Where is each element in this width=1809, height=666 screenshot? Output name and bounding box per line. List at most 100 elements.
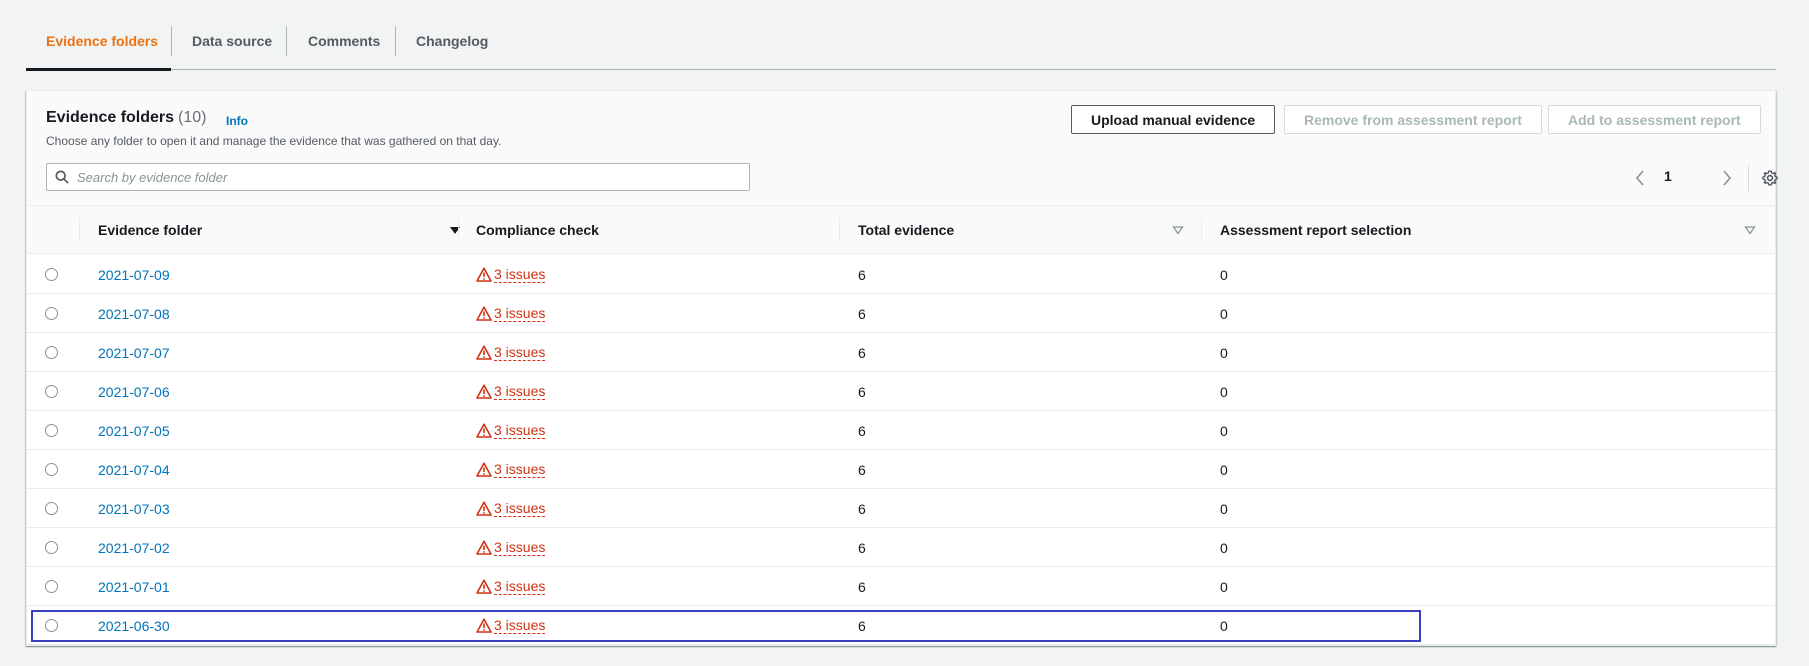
total-evidence-value: 6 bbox=[858, 305, 866, 322]
total-evidence-value: 6 bbox=[858, 578, 866, 595]
compliance-issues-link[interactable]: 3 issues bbox=[476, 255, 546, 294]
add-to-assessment-report-button[interactable]: Add to assessment report bbox=[1548, 105, 1761, 134]
table-row[interactable]: 2021-07-04 3 issues 6 0 bbox=[27, 450, 1775, 489]
warning-icon bbox=[476, 423, 492, 438]
assessment-report-selection-value: 0 bbox=[1220, 539, 1228, 556]
warning-icon bbox=[476, 501, 492, 516]
compliance-issues-text: 3 issues bbox=[494, 577, 546, 595]
assessment-report-selection-value: 0 bbox=[1220, 305, 1228, 322]
row-select-radio[interactable] bbox=[45, 619, 58, 632]
column-divider bbox=[458, 218, 459, 242]
row-select-radio[interactable] bbox=[45, 385, 58, 398]
column-divider bbox=[839, 218, 840, 242]
row-select-radio[interactable] bbox=[45, 268, 58, 281]
row-select-radio[interactable] bbox=[45, 463, 58, 476]
tab-data-source[interactable]: Data source bbox=[192, 26, 272, 56]
evidence-folder-link[interactable]: 2021-07-06 bbox=[98, 372, 170, 411]
warning-icon bbox=[476, 384, 492, 399]
page-number-current[interactable]: 1 bbox=[1664, 168, 1672, 184]
search-input[interactable] bbox=[77, 169, 737, 185]
evidence-folder-link[interactable]: 2021-07-09 bbox=[98, 255, 170, 294]
warning-icon bbox=[476, 579, 492, 594]
compliance-issues-link[interactable]: 3 issues bbox=[476, 333, 546, 372]
info-link[interactable]: Info bbox=[226, 114, 248, 128]
tab-divider bbox=[171, 26, 172, 56]
table-row[interactable]: 2021-07-09 3 issues 6 0 bbox=[27, 255, 1775, 294]
previous-page-button[interactable] bbox=[1631, 168, 1649, 188]
compliance-issues-link[interactable]: 3 issues bbox=[476, 411, 546, 450]
column-divider bbox=[79, 218, 80, 242]
row-select-radio[interactable] bbox=[45, 502, 58, 515]
compliance-issues-text: 3 issues bbox=[494, 538, 546, 556]
table-row[interactable]: 2021-07-03 3 issues 6 0 bbox=[27, 489, 1775, 528]
table-header: Evidence folder Compliance check Total e… bbox=[27, 206, 1775, 254]
panel-description: Choose any folder to open it and manage … bbox=[46, 134, 502, 148]
evidence-folder-link[interactable]: 2021-07-08 bbox=[98, 294, 170, 333]
table-row[interactable]: 2021-07-07 3 issues 6 0 bbox=[27, 333, 1775, 372]
compliance-issues-link[interactable]: 3 issues bbox=[476, 528, 546, 567]
evidence-folder-link[interactable]: 2021-07-07 bbox=[98, 333, 170, 372]
evidence-folder-link[interactable]: 2021-06-30 bbox=[98, 606, 170, 645]
table-row[interactable]: 2021-07-08 3 issues 6 0 bbox=[27, 294, 1775, 333]
tab-evidence-folders[interactable]: Evidence folders bbox=[46, 26, 158, 56]
remove-from-assessment-report-button[interactable]: Remove from assessment report bbox=[1284, 105, 1542, 134]
row-select-radio[interactable] bbox=[45, 580, 58, 593]
total-evidence-value: 6 bbox=[858, 383, 866, 400]
column-header-total-evidence[interactable]: Total evidence bbox=[858, 206, 954, 254]
row-select-radio[interactable] bbox=[45, 346, 58, 359]
tab-divider bbox=[395, 26, 396, 56]
tab-comments[interactable]: Comments bbox=[308, 26, 380, 56]
evidence-folders-panel: Evidence folders (10) Info Choose any fol… bbox=[26, 90, 1778, 646]
next-page-button[interactable] bbox=[1718, 168, 1736, 188]
preferences-button[interactable] bbox=[1760, 168, 1780, 188]
tab-divider bbox=[286, 26, 287, 56]
evidence-folder-link[interactable]: 2021-07-05 bbox=[98, 411, 170, 450]
compliance-issues-text: 3 issues bbox=[494, 499, 546, 517]
column-header-evidence-folder[interactable]: Evidence folder bbox=[98, 206, 202, 254]
evidence-folder-link[interactable]: 2021-07-03 bbox=[98, 489, 170, 528]
folder-count: (10) bbox=[178, 109, 207, 126]
assessment-report-selection-value: 0 bbox=[1220, 266, 1228, 283]
compliance-issues-link[interactable]: 3 issues bbox=[476, 450, 546, 489]
panel-header: Evidence folders (10) Info Choose any fol… bbox=[27, 91, 1778, 206]
compliance-issues-text: 3 issues bbox=[494, 343, 546, 361]
upload-manual-evidence-button[interactable]: Upload manual evidence bbox=[1071, 105, 1276, 134]
chevron-left-icon bbox=[1635, 170, 1644, 186]
compliance-issues-link[interactable]: 3 issues bbox=[476, 606, 546, 645]
tab-changelog[interactable]: Changelog bbox=[416, 26, 488, 56]
compliance-issues-link[interactable]: 3 issues bbox=[476, 294, 546, 333]
evidence-folder-link[interactable]: 2021-07-01 bbox=[98, 567, 170, 606]
warning-icon bbox=[476, 540, 492, 555]
pager-divider bbox=[1748, 165, 1749, 191]
compliance-issues-text: 3 issues bbox=[494, 304, 546, 322]
warning-icon bbox=[476, 267, 492, 282]
assessment-report-selection-value: 0 bbox=[1220, 383, 1228, 400]
table-row[interactable]: 2021-07-06 3 issues 6 0 bbox=[27, 372, 1775, 411]
gear-icon bbox=[1762, 170, 1778, 186]
assessment-report-selection-value: 0 bbox=[1220, 500, 1228, 517]
evidence-folder-link[interactable]: 2021-07-04 bbox=[98, 450, 170, 489]
evidence-folder-link[interactable]: 2021-07-02 bbox=[98, 528, 170, 567]
table-row[interactable]: 2021-06-30 3 issues 6 0 bbox=[27, 606, 1775, 645]
compliance-issues-link[interactable]: 3 issues bbox=[476, 567, 546, 606]
total-evidence-value: 6 bbox=[858, 617, 866, 634]
compliance-issues-text: 3 issues bbox=[494, 265, 546, 283]
table-row[interactable]: 2021-07-05 3 issues 6 0 bbox=[27, 411, 1775, 450]
row-select-radio[interactable] bbox=[45, 541, 58, 554]
table-row[interactable]: 2021-07-01 3 issues 6 0 bbox=[27, 567, 1775, 606]
caret-down-outline-icon[interactable] bbox=[1744, 224, 1756, 236]
compliance-issues-text: 3 issues bbox=[494, 421, 546, 439]
caret-down-outline-icon[interactable] bbox=[1172, 224, 1184, 236]
column-header-assessment-report-selection[interactable]: Assessment report selection bbox=[1220, 206, 1411, 254]
total-evidence-value: 6 bbox=[858, 266, 866, 283]
row-select-radio[interactable] bbox=[45, 307, 58, 320]
caret-down-filled-icon[interactable] bbox=[449, 224, 461, 236]
assessment-report-selection-value: 0 bbox=[1220, 344, 1228, 361]
column-header-compliance-check[interactable]: Compliance check bbox=[476, 206, 599, 254]
row-select-radio[interactable] bbox=[45, 424, 58, 437]
compliance-issues-link[interactable]: 3 issues bbox=[476, 489, 546, 528]
compliance-issues-link[interactable]: 3 issues bbox=[476, 372, 546, 411]
panel-title-text: Evidence folders bbox=[46, 109, 175, 126]
column-divider bbox=[1201, 218, 1202, 242]
table-row[interactable]: 2021-07-02 3 issues 6 0 bbox=[27, 528, 1775, 567]
